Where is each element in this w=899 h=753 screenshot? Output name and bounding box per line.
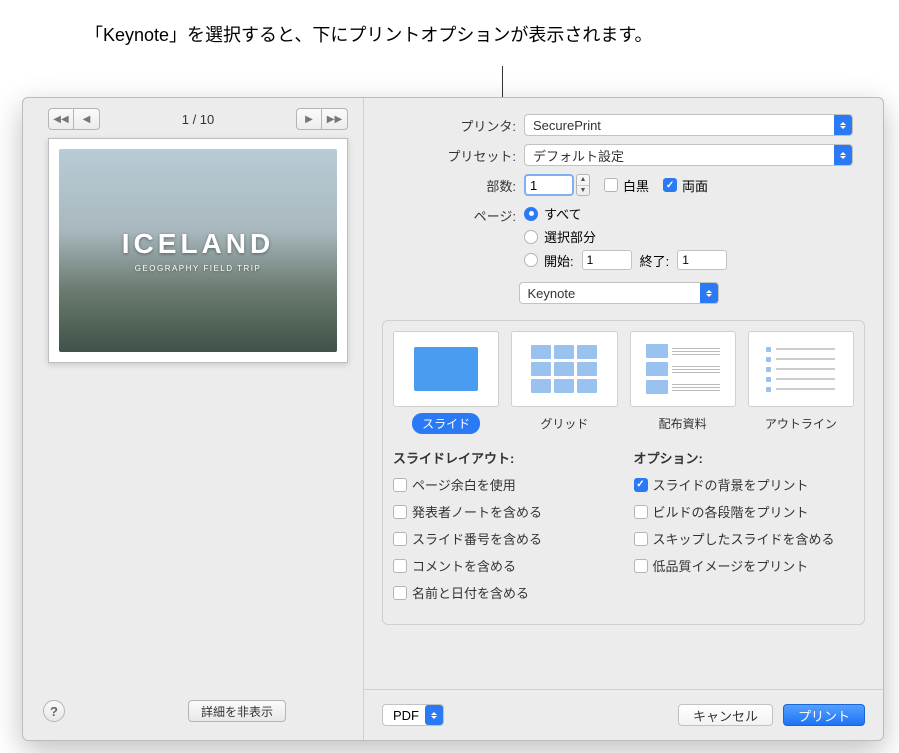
layout-outline[interactable]: アウトライン: [748, 331, 854, 434]
builds-label: ビルドの各段階をプリント: [653, 502, 809, 521]
hide-details-button[interactable]: 詳細を非表示: [188, 700, 286, 722]
layout-handout-label: 配布資料: [649, 413, 717, 434]
numbers-checkbox[interactable]: [393, 532, 407, 546]
duplex-checkbox[interactable]: [663, 178, 677, 192]
layout-outline-label: アウトライン: [755, 413, 847, 434]
pages-selection-radio[interactable]: [524, 230, 538, 244]
pages-to-label: 終了:: [640, 251, 670, 270]
preview-thumbnail: ICELAND GEOGRAPHY FIELD TRIP: [48, 138, 348, 363]
printer-select[interactable]: SecurePrint: [524, 114, 853, 136]
bw-checkbox[interactable]: [604, 178, 618, 192]
slide-layout-heading: スライドレイアウト:: [393, 448, 614, 467]
dropdown-icon: [700, 283, 718, 303]
layout-slide-label: スライド: [412, 413, 480, 434]
bw-label: 白黒: [623, 176, 649, 195]
preview-pane: ◀◀ ◀ 1 / 10 ▶ ▶▶ ICELAND GEOGRAPHY FIELD…: [33, 108, 363, 732]
name-date-label: 名前と日付を含める: [412, 583, 529, 602]
slide-subtitle: GEOGRAPHY FIELD TRIP: [135, 264, 262, 273]
settings-pane: プリンタ: SecurePrint プリセット: デフォルト設定 部数: ▲▼: [363, 98, 883, 740]
numbers-label: スライド番号を含める: [412, 529, 542, 548]
pages-all-radio[interactable]: [524, 207, 538, 221]
cancel-button[interactable]: キャンセル: [678, 704, 773, 726]
comments-label: コメントを含める: [412, 556, 516, 575]
margins-checkbox[interactable]: [393, 478, 407, 492]
notes-checkbox[interactable]: [393, 505, 407, 519]
slide-image: ICELAND GEOGRAPHY FIELD TRIP: [59, 149, 337, 352]
printer-label: プリンタ:: [384, 116, 524, 135]
lowres-label: 低品質イメージをプリント: [653, 556, 809, 575]
help-button[interactable]: ?: [43, 700, 65, 722]
margins-label: ページ余白を使用: [412, 475, 516, 494]
print-button[interactable]: プリント: [783, 704, 865, 726]
section-value: Keynote: [528, 286, 576, 301]
prev-page-button[interactable]: ◀: [74, 108, 100, 130]
background-checkbox[interactable]: [634, 478, 648, 492]
callout-text: 「Keynote」を選択すると、下にプリントオプションが表示されます。: [85, 22, 653, 49]
options-heading: オプション:: [634, 448, 855, 467]
pdf-dropdown[interactable]: PDF: [382, 704, 444, 726]
prev-nav-group: ◀◀ ◀: [48, 108, 100, 130]
preset-select[interactable]: デフォルト設定: [524, 144, 853, 166]
layout-handout[interactable]: 配布資料: [630, 331, 736, 434]
pages-selection-label: 選択部分: [544, 227, 596, 246]
preset-value: デフォルト設定: [533, 146, 624, 165]
skipped-checkbox[interactable]: [634, 532, 648, 546]
next-page-button[interactable]: ▶: [296, 108, 322, 130]
print-dialog: ◀◀ ◀ 1 / 10 ▶ ▶▶ ICELAND GEOGRAPHY FIELD…: [22, 97, 884, 741]
slide-title: ICELAND: [122, 228, 274, 260]
pages-from-label: 開始:: [544, 251, 574, 270]
pages-all-label: すべて: [544, 204, 582, 223]
comments-checkbox[interactable]: [393, 559, 407, 573]
printer-value: SecurePrint: [533, 118, 601, 133]
name-date-checkbox[interactable]: [393, 586, 407, 600]
pages-from-input[interactable]: [582, 250, 632, 270]
dialog-footer: PDF キャンセル プリント: [364, 689, 883, 740]
pdf-label: PDF: [393, 708, 419, 723]
first-page-button[interactable]: ◀◀: [48, 108, 74, 130]
page-indicator: 1 / 10: [182, 112, 215, 127]
copies-label: 部数:: [384, 176, 524, 195]
builds-checkbox[interactable]: [634, 505, 648, 519]
dropdown-icon: [834, 145, 852, 165]
section-select[interactable]: Keynote: [519, 282, 719, 304]
pages-range-radio[interactable]: [524, 253, 538, 267]
dropdown-icon: [834, 115, 852, 135]
preset-label: プリセット:: [384, 146, 524, 165]
duplex-label: 両面: [682, 176, 708, 195]
dropdown-icon: [425, 705, 443, 725]
last-page-button[interactable]: ▶▶: [322, 108, 348, 130]
copies-input[interactable]: [524, 174, 574, 196]
pages-label: ページ:: [384, 204, 524, 225]
notes-label: 発表者ノートを含める: [412, 502, 542, 521]
next-nav-group: ▶ ▶▶: [296, 108, 348, 130]
layout-grid[interactable]: グリッド: [511, 331, 617, 434]
skipped-label: スキップしたスライドを含める: [653, 529, 835, 548]
layout-grid-label: グリッド: [530, 413, 598, 434]
background-label: スライドの背景をプリント: [653, 475, 809, 494]
layout-slide[interactable]: スライド: [393, 331, 499, 434]
lowres-checkbox[interactable]: [634, 559, 648, 573]
pages-to-input[interactable]: [677, 250, 727, 270]
keynote-options-box: スライド グリッド 配布資料: [382, 320, 865, 625]
copies-stepper[interactable]: ▲▼: [576, 174, 590, 196]
